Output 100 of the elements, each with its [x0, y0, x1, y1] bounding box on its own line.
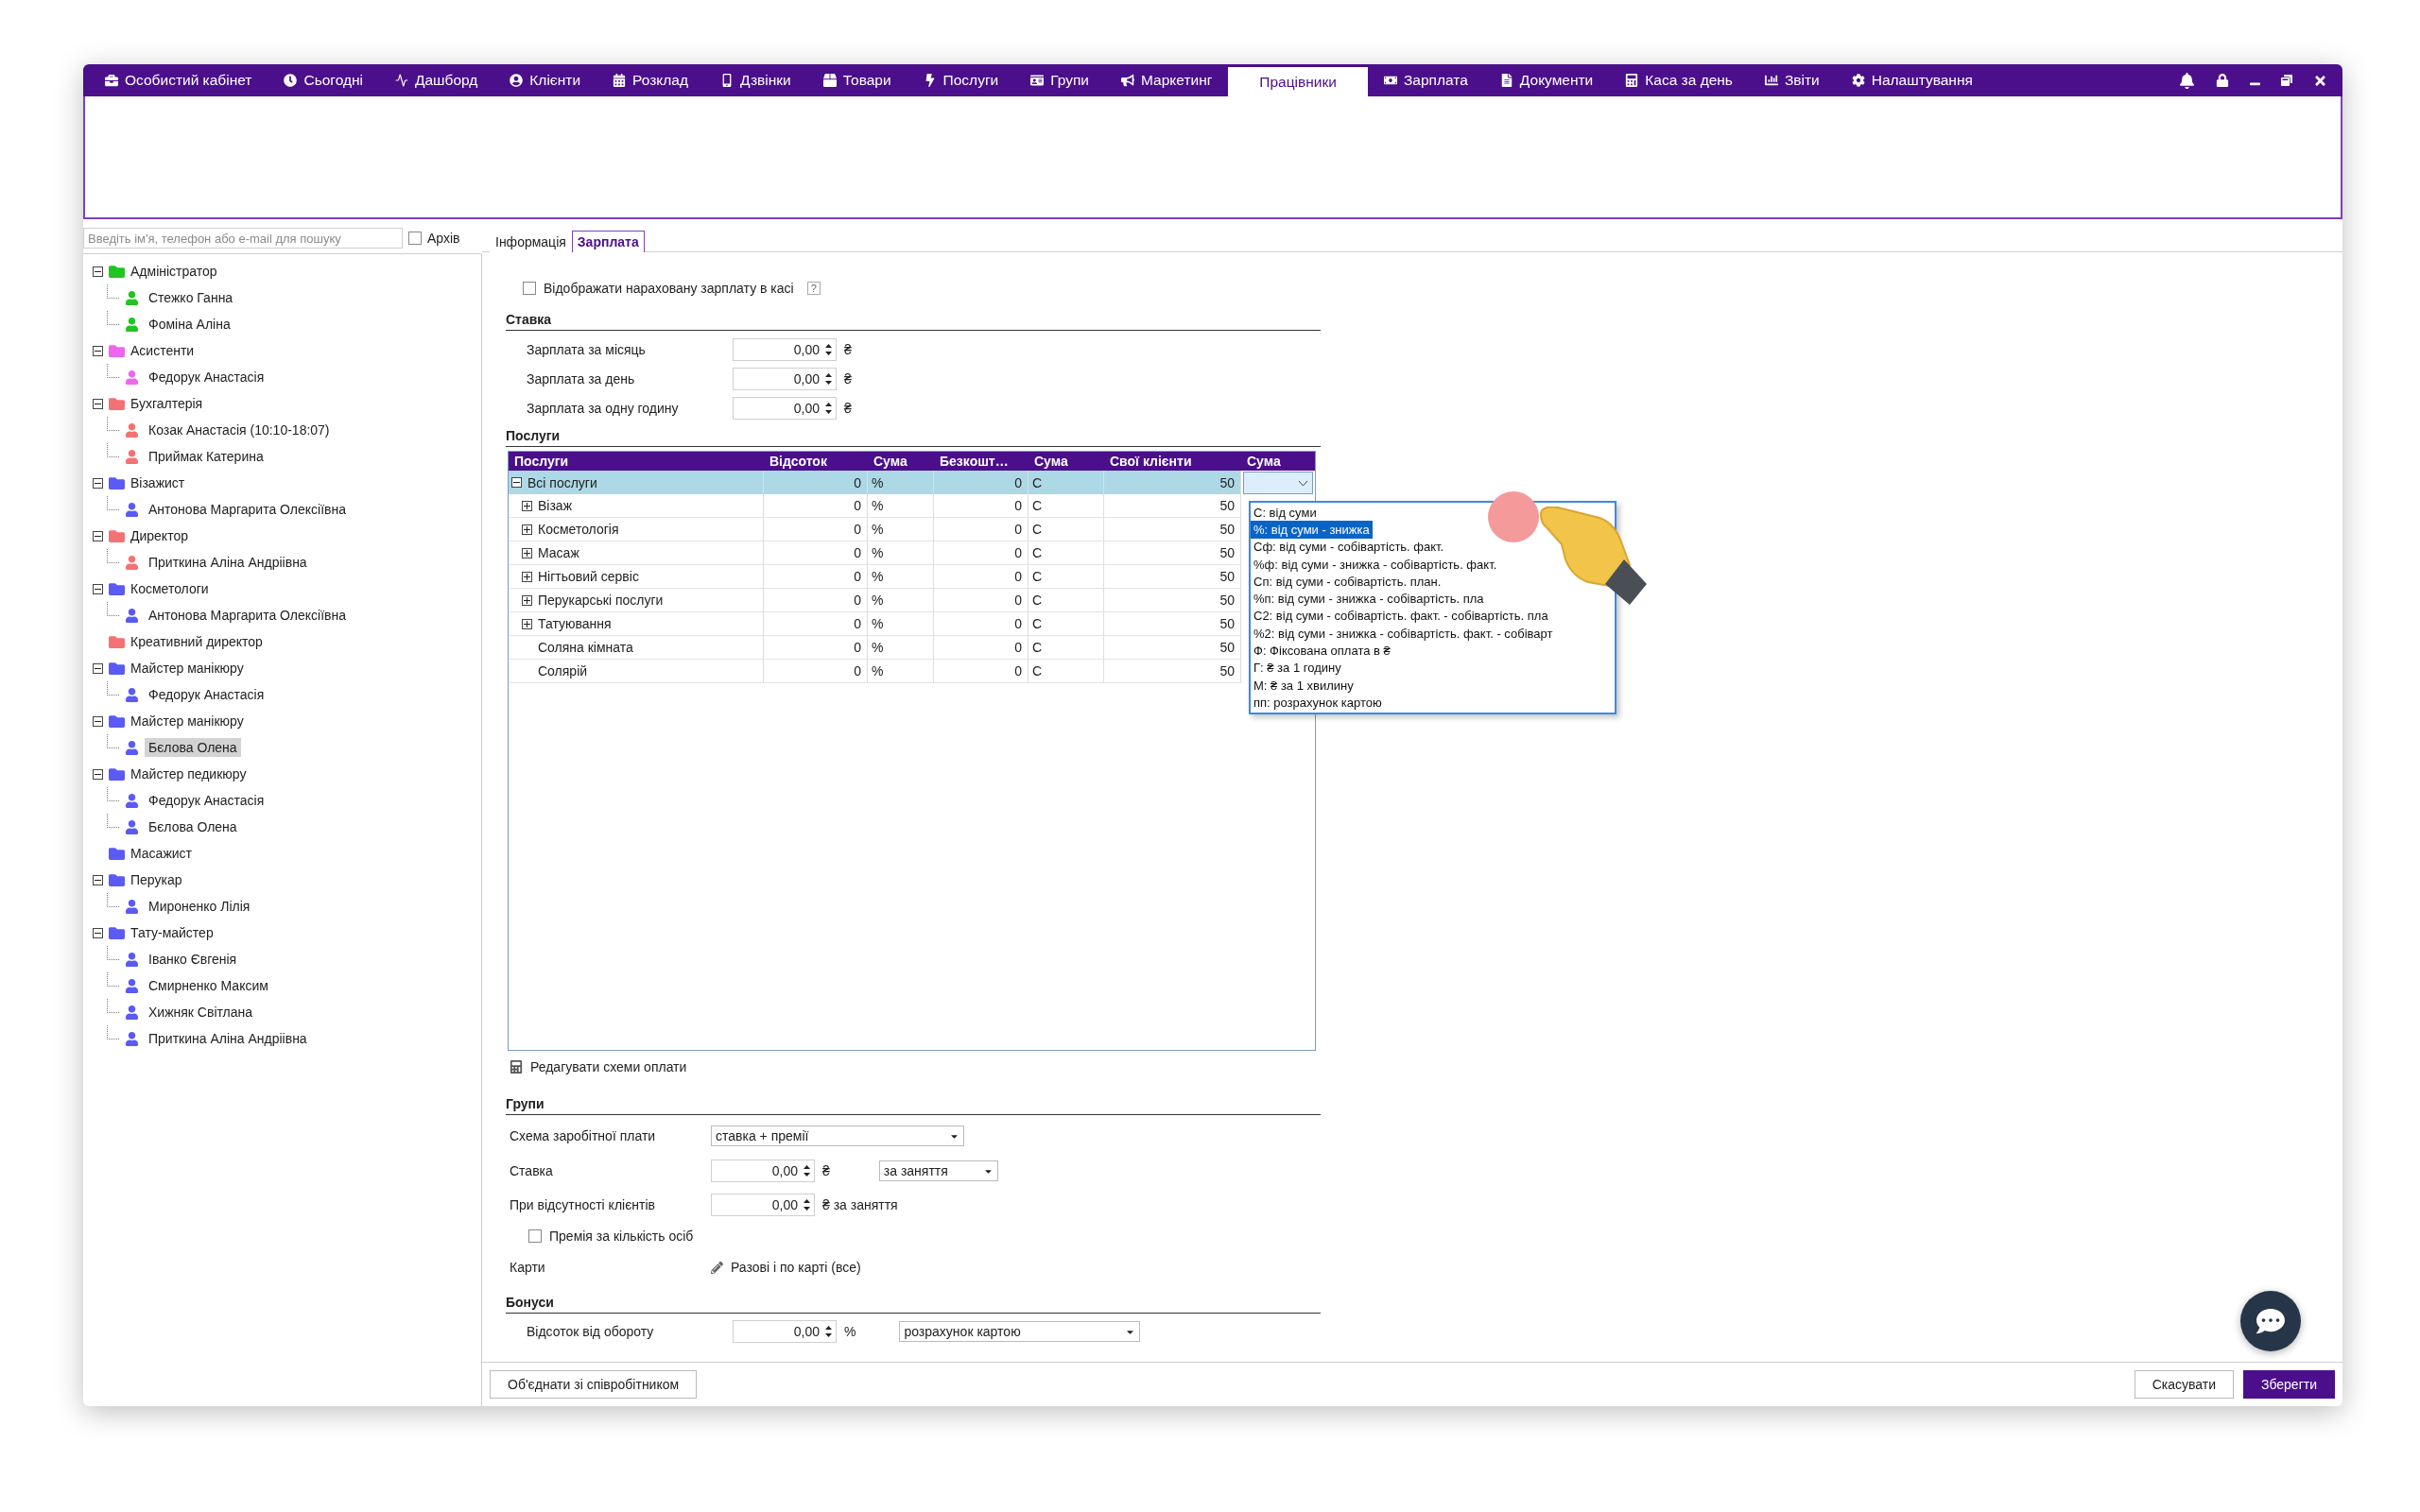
number-field[interactable]: 0,00	[711, 1194, 815, 1216]
select-field[interactable]: за заняття	[878, 1160, 998, 1181]
nav-tab[interactable]: Розклад	[596, 64, 704, 96]
dropdown-option[interactable]: Ф: Фіксована оплата в ₴	[1251, 642, 1393, 660]
table-cell[interactable]: Масаж	[509, 541, 764, 565]
tree-item[interactable]: Федорук Анастасія	[145, 368, 268, 387]
tree-item[interactable]: Смирненко Максим	[145, 976, 272, 995]
collapse-icon[interactable]	[93, 874, 103, 885]
spinner-icon[interactable]	[804, 1165, 810, 1177]
nav-tab[interactable]: Дзвінки	[703, 64, 807, 96]
nav-tab[interactable]: Працівники	[1228, 67, 1368, 96]
save-button[interactable]: Зберегти	[2243, 1370, 2335, 1399]
edit-schemes-link[interactable]: Редагувати схеми оплати	[530, 1059, 687, 1074]
tree-group[interactable]: Креативний директор	[130, 634, 263, 649]
nav-tab[interactable]: Каса за день	[1609, 64, 1749, 96]
tree-group[interactable]: Візажист	[130, 475, 185, 490]
bell-icon[interactable]	[2179, 72, 2195, 89]
tree-item[interactable]: Приймак Катерина	[145, 447, 268, 466]
collapse-icon[interactable]	[93, 530, 103, 541]
spinner-icon[interactable]	[825, 402, 832, 414]
tree-item[interactable]: Бєлова Олена	[145, 817, 241, 836]
merge-button[interactable]: Об'єднати зі співробітником	[490, 1370, 698, 1399]
number-field[interactable]: 0,00	[733, 396, 837, 420]
collapse-icon[interactable]	[93, 768, 103, 780]
tree-item[interactable]: Федорук Анастасія	[145, 685, 268, 704]
collapse-icon[interactable]	[93, 477, 103, 489]
dropdown-option[interactable]: М: ₴ за 1 хвилину	[1251, 676, 1357, 695]
expand-icon[interactable]	[522, 500, 532, 511]
table-cell[interactable]: Перукарські послуги	[509, 589, 764, 612]
select-field[interactable]: розрахунок картою	[899, 1321, 1141, 1342]
tree-item[interactable]: Стежко Ганна	[145, 288, 237, 307]
checkbox[interactable]	[528, 1229, 542, 1243]
dropdown-option[interactable]: %п: від суми - знижка - собівартість. пла	[1251, 590, 1487, 608]
collapse-icon[interactable]	[93, 345, 103, 356]
nav-tab[interactable]: Особистий кабінет	[89, 64, 268, 96]
tree-item[interactable]: Приткина Аліна Андріівна	[145, 553, 311, 572]
spinner-icon[interactable]	[825, 1326, 832, 1337]
dropdown-option[interactable]: Г: ₴ за 1 годину	[1251, 659, 1344, 677]
collapse-icon[interactable]	[93, 662, 103, 674]
dropdown-option[interactable]: %ф: від суми - знижка - собівартість. факт.	[1251, 555, 1500, 574]
tree-group[interactable]: Майстер манікюру	[130, 661, 244, 676]
select-field[interactable]: ставка + премії	[711, 1125, 964, 1146]
tree-group[interactable]: Адміністратор	[130, 264, 217, 279]
tree-item[interactable]: Козак Анастасія (10:10-18:07)	[145, 421, 334, 439]
lock-icon[interactable]	[2216, 74, 2229, 87]
spinner-icon[interactable]	[825, 372, 832, 385]
nav-tab[interactable]: Товари	[806, 64, 908, 96]
nav-tab[interactable]: Групи	[1014, 64, 1105, 96]
help-button[interactable]: ?	[806, 281, 821, 295]
tree-group[interactable]: Асистенти	[130, 343, 195, 358]
checkbox[interactable]	[408, 232, 422, 245]
restore-icon[interactable]	[2281, 75, 2292, 86]
tree-group[interactable]: Косметологи	[130, 581, 209, 596]
table-cell[interactable]: Нігтьовий сервіс	[509, 565, 764, 589]
collapse-icon[interactable]	[93, 398, 103, 409]
tree-group[interactable]: Перукар	[130, 872, 182, 887]
collapse-icon[interactable]	[93, 583, 103, 594]
tab[interactable]: Зарплата	[571, 231, 645, 252]
table-cell[interactable]: Всі послуги	[509, 471, 764, 495]
nav-tab[interactable]: Зарплата	[1367, 64, 1484, 96]
dropdown-option[interactable]: пп: розрахунок картою	[1251, 694, 1385, 712]
table-cell[interactable]: Соляна кімната	[509, 636, 764, 660]
spinner-icon[interactable]	[825, 343, 832, 355]
table-cell[interactable]: Косметологія	[509, 518, 764, 541]
tree-item[interactable]: Мироненко Лілія	[145, 897, 254, 916]
nav-tab[interactable]: Звіти	[1748, 64, 1836, 96]
collapse-icon[interactable]	[511, 477, 522, 488]
dropdown-option[interactable]: Сф: від суми - собівартість. факт.	[1251, 538, 1447, 556]
cancel-button[interactable]: Скасувати	[2134, 1370, 2234, 1399]
nav-tab[interactable]: Сьогодні	[268, 64, 379, 96]
checkbox[interactable]	[523, 281, 536, 295]
tree-item[interactable]: Антонова Маргарита Олексіївна	[145, 606, 351, 625]
tree-group[interactable]: Бухгалтерія	[130, 396, 203, 411]
expand-icon[interactable]	[522, 618, 532, 629]
dropdown-option[interactable]: С: від суми	[1251, 504, 1320, 522]
table-cell[interactable]: Візаж	[509, 494, 764, 518]
tree-item[interactable]: Антонова Маргарита Олексіївна	[145, 500, 351, 519]
table-cell[interactable]: Татуювання	[509, 612, 764, 636]
dropdown-option[interactable]: С2: від суми - собівартість. факт. - собівартість. пла	[1251, 607, 1551, 626]
tree-item[interactable]: Приткина Аліна Андріівна	[145, 1029, 311, 1048]
combo-field[interactable]	[1243, 472, 1313, 494]
table-cell[interactable]: Солярій	[509, 660, 764, 683]
spinner-icon[interactable]	[804, 1199, 810, 1211]
tree-item[interactable]: Хижняк Світлана	[145, 1003, 257, 1022]
nav-tab[interactable]: Маркетинг	[1105, 64, 1229, 96]
tree-item[interactable]: Бєлова Олена	[145, 738, 241, 757]
number-field[interactable]: 0,00	[733, 337, 837, 361]
collapse-icon[interactable]	[93, 715, 103, 727]
number-field[interactable]: 0,00	[711, 1160, 815, 1182]
search-field[interactable]: Введіть ім'я, телефон або e-mail для пошуку	[83, 228, 403, 249]
close-icon[interactable]	[2313, 73, 2327, 88]
dropdown-option[interactable]: %2: від суми - знижка - собівартість. факт. - собіварт	[1251, 625, 1556, 643]
nav-tab[interactable]: Послуги	[907, 64, 1015, 96]
pencil-icon[interactable]	[711, 1261, 723, 1274]
collapse-icon[interactable]	[93, 266, 103, 277]
chat-button[interactable]	[2240, 1291, 2301, 1351]
tree-group[interactable]: Тату-майстер	[130, 925, 214, 940]
tree-group[interactable]: Майстер педикюру	[130, 766, 247, 782]
dropdown-option[interactable]: Сп: від суми - собівартість. план.	[1251, 573, 1444, 591]
tree-item[interactable]: Фоміна Аліна	[145, 315, 234, 334]
